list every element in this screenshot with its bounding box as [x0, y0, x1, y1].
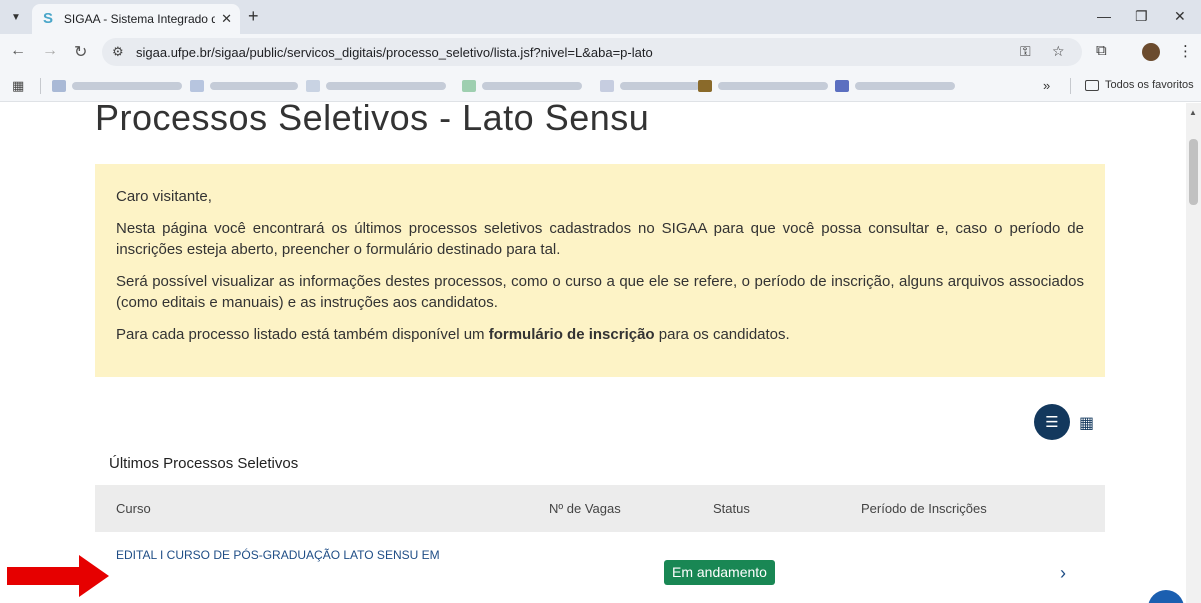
list-view-button[interactable]: ☰ — [1034, 404, 1070, 440]
all-bookmarks-label: Todos os favoritos — [1105, 79, 1194, 91]
folder-icon — [1085, 79, 1099, 91]
notice-paragraph: Para cada processo listado está também d… — [116, 324, 1084, 345]
visitor-notice: Caro visitante, Nesta página você encont… — [95, 164, 1105, 377]
floating-action-button[interactable] — [1148, 590, 1184, 603]
section-title: Últimos Processos Seletivos — [109, 455, 299, 472]
minimize-icon[interactable]: — — [1097, 8, 1111, 24]
notice-paragraph: Será possível visualizar as informações … — [116, 273, 1084, 311]
bookmark-item[interactable] — [306, 79, 446, 93]
bookmarks-separator — [1070, 78, 1071, 94]
scrollbar-thumb[interactable] — [1189, 139, 1198, 205]
all-bookmarks-button[interactable]: Todos os favoritos — [1085, 79, 1194, 91]
bookmarks-separator — [40, 78, 41, 94]
bookmark-item[interactable] — [190, 79, 298, 93]
chevron-right-icon[interactable]: › — [1060, 563, 1066, 584]
address-bar[interactable]: ⚙ sigaa.ufpe.br/sigaa/public/servicos_di… — [102, 38, 1082, 66]
browser-toolbar: ← → ↻ ⚙ sigaa.ufpe.br/sigaa/public/servi… — [0, 34, 1201, 70]
column-header-status: Status — [713, 501, 750, 516]
notice-paragraph: Nesta página você encontrará os últimos … — [116, 220, 1084, 258]
page-content: Processos Seletivos - Lato Sensu Caro vi… — [0, 103, 1186, 603]
password-key-icon[interactable]: ⚿ — [1020, 43, 1031, 60]
page-scrollbar[interactable]: ▲ — [1186, 103, 1201, 603]
bookmark-item[interactable] — [52, 79, 182, 93]
more-menu-icon[interactable]: ⋮ — [1178, 42, 1193, 60]
bookmark-item[interactable] — [835, 79, 955, 93]
column-header-periodo: Período de Inscrições — [861, 501, 987, 516]
column-header-vagas: Nº de Vagas — [549, 501, 621, 516]
process-title-link[interactable]: EDITAL I CURSO DE PÓS-GRADUAÇÃO LATO SEN… — [116, 548, 440, 562]
notice-text: para os candidatos. — [658, 326, 790, 343]
column-header-curso: Curso — [116, 501, 151, 516]
list-icon: ☰ — [1045, 414, 1059, 431]
apps-grid-icon[interactable]: ▦ — [12, 78, 24, 94]
tab-title: SIGAA - Sistema Integrado de Gestão — [63, 12, 216, 26]
tab-close-icon[interactable]: ✕ — [221, 11, 232, 27]
bookmark-item[interactable] — [698, 79, 828, 93]
bookmark-item[interactable] — [462, 79, 582, 93]
red-arrow-icon — [7, 555, 109, 597]
url-text: sigaa.ufpe.br/sigaa/public/servicos_digi… — [136, 45, 653, 60]
notice-bold-text: formulário de inscrição — [488, 326, 655, 343]
profile-avatar[interactable] — [1142, 43, 1160, 61]
bookmark-star-icon[interactable]: ☆ — [1052, 43, 1065, 60]
browser-tab-bar: ▼ S SIGAA - Sistema Integrado de Gestão … — [0, 0, 1201, 34]
back-icon[interactable]: ← — [10, 42, 26, 60]
grid-view-icon[interactable]: ▦ — [1079, 413, 1094, 433]
forward-icon[interactable]: → — [42, 42, 58, 60]
bookmarks-overflow-icon[interactable]: » — [1043, 78, 1050, 93]
sigaa-favicon-icon: S — [42, 10, 53, 27]
bookmark-item[interactable] — [600, 79, 700, 93]
reload-icon[interactable]: ↻ — [74, 42, 87, 62]
restore-icon[interactable]: ❐ — [1135, 8, 1148, 25]
scroll-up-icon[interactable]: ▲ — [1189, 108, 1197, 117]
new-tab-icon[interactable]: + — [248, 6, 259, 27]
tab-search-chevron-icon[interactable]: ▼ — [6, 7, 26, 27]
site-settings-icon[interactable]: ⚙ — [112, 44, 124, 60]
notice-text: Para cada processo listado está também d… — [116, 326, 485, 343]
notice-greeting: Caro visitante, — [116, 188, 212, 205]
status-badge: Em andamento — [664, 560, 775, 585]
browser-tab[interactable]: S SIGAA - Sistema Integrado de Gestão ✕ — [32, 4, 240, 34]
page-title: Processos Seletivos - Lato Sensu — [95, 103, 650, 138]
extensions-icon[interactable]: ⧉ — [1096, 42, 1107, 59]
bookmarks-bar: ▦ » Todos os favoritos — [0, 70, 1201, 102]
close-window-icon[interactable]: ✕ — [1174, 8, 1186, 25]
table-header: Curso Nº de Vagas Status Período de Insc… — [95, 485, 1105, 532]
